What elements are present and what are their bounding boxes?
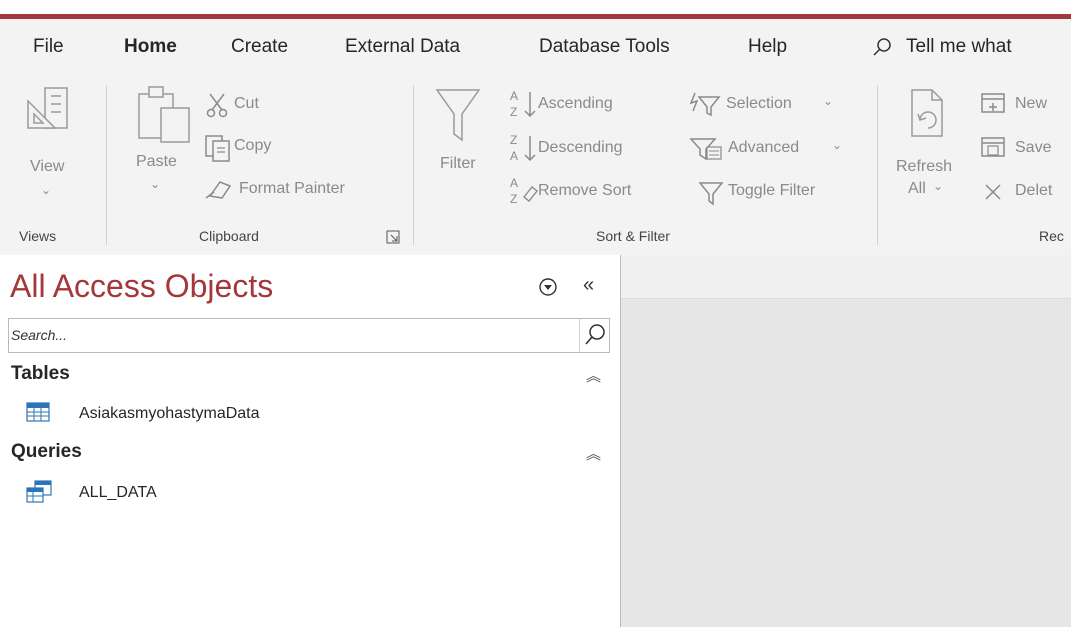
document-workspace <box>621 255 1071 627</box>
tab-help[interactable]: Help <box>748 36 787 58</box>
filter-icon <box>435 88 481 149</box>
sort-descending-icon: ZA <box>510 132 540 169</box>
paste-icon <box>137 84 193 151</box>
cut-icon <box>206 92 228 123</box>
nav-item-label: AsiakasmyohastymaData <box>79 405 260 422</box>
copy-label: Copy <box>234 137 272 154</box>
cut-label: Cut <box>234 95 259 112</box>
nav-search-box[interactable] <box>8 318 610 353</box>
refresh-label: Refresh <box>896 158 953 175</box>
tab-create[interactable]: Create <box>231 36 288 58</box>
document-tab-strip <box>621 255 1071 299</box>
navigation-pane <box>0 255 620 627</box>
new-label: New <box>1015 95 1048 112</box>
search-icon[interactable] <box>579 319 610 352</box>
search-input[interactable] <box>11 325 571 345</box>
ribbon-tabs: File Home Create External Data Database … <box>0 19 1071 89</box>
group-label-clipboard: Clipboard <box>199 228 259 244</box>
table-icon <box>26 402 50 427</box>
nav-section-tables[interactable]: Tables <box>11 363 70 385</box>
descending-label: Descending <box>538 139 623 156</box>
search-icon[interactable] <box>872 37 892 62</box>
toggle-filter-label: Toggle Filter <box>728 182 816 199</box>
advanced-filter-icon <box>689 135 723 166</box>
view-icon <box>25 86 71 137</box>
svg-text:Z: Z <box>510 105 517 119</box>
tab-file[interactable]: File <box>33 36 64 58</box>
nav-pane-title[interactable]: All Access Objects <box>10 268 273 305</box>
chevron-down-icon: ⌄ <box>832 138 843 152</box>
svg-text:Z: Z <box>510 133 517 147</box>
chevron-down-icon: ⌄ <box>150 177 161 191</box>
filter-label: Filter <box>440 155 476 172</box>
svg-text:Z: Z <box>510 192 517 206</box>
nav-section-queries[interactable]: Queries <box>11 441 82 463</box>
nav-menu-dropdown-icon[interactable] <box>538 277 558 302</box>
tab-database-tools[interactable]: Database Tools <box>539 36 670 58</box>
group-label-views: Views <box>19 228 57 244</box>
delete-icon <box>983 182 1003 207</box>
refresh-all-label: All <box>908 180 926 197</box>
dialog-launcher-icon[interactable] <box>386 230 400 249</box>
remove-sort-label: Remove Sort <box>538 182 632 199</box>
selection-icon <box>689 91 721 122</box>
title-bar <box>0 0 1071 19</box>
tab-home[interactable]: Home <box>124 36 177 58</box>
remove-sort-icon: AZ <box>510 175 540 212</box>
chevron-down-icon: ⌄ <box>933 179 944 193</box>
new-record-icon <box>980 92 1006 121</box>
query-icon <box>26 480 52 509</box>
chevron-down-icon: ⌄ <box>823 94 834 108</box>
advanced-label: Advanced <box>728 139 800 156</box>
svg-text:A: A <box>510 149 518 163</box>
chevron-down-icon: ⌄ <box>41 183 52 197</box>
refresh-icon <box>908 86 948 147</box>
format-painter-label: Format Painter <box>239 180 345 197</box>
copy-icon <box>204 134 232 167</box>
collapse-section-icon[interactable]: ︽ <box>586 365 601 386</box>
save-record-icon <box>980 136 1006 165</box>
save-label: Save <box>1015 139 1052 156</box>
selection-label: Selection <box>726 95 792 112</box>
tell-me-box[interactable]: Tell me what <box>906 36 1012 58</box>
view-label: View <box>30 158 65 175</box>
group-label-sort-filter: Sort & Filter <box>596 228 670 244</box>
tab-external-data[interactable]: External Data <box>345 36 460 58</box>
svg-text:A: A <box>510 176 518 190</box>
delete-label: Delet <box>1015 182 1053 199</box>
format-painter-icon <box>204 176 234 205</box>
sort-ascending-icon: AZ <box>510 88 540 125</box>
svg-text:A: A <box>510 89 518 103</box>
collapse-section-icon[interactable]: ︽ <box>586 443 601 464</box>
paste-label: Paste <box>136 153 177 170</box>
ascending-label: Ascending <box>538 95 613 112</box>
collapse-pane-icon[interactable]: « <box>583 274 594 297</box>
toggle-filter-icon <box>698 180 724 211</box>
nav-item-label: ALL_DATA <box>79 484 157 501</box>
group-label-records: Rec <box>1039 228 1064 244</box>
